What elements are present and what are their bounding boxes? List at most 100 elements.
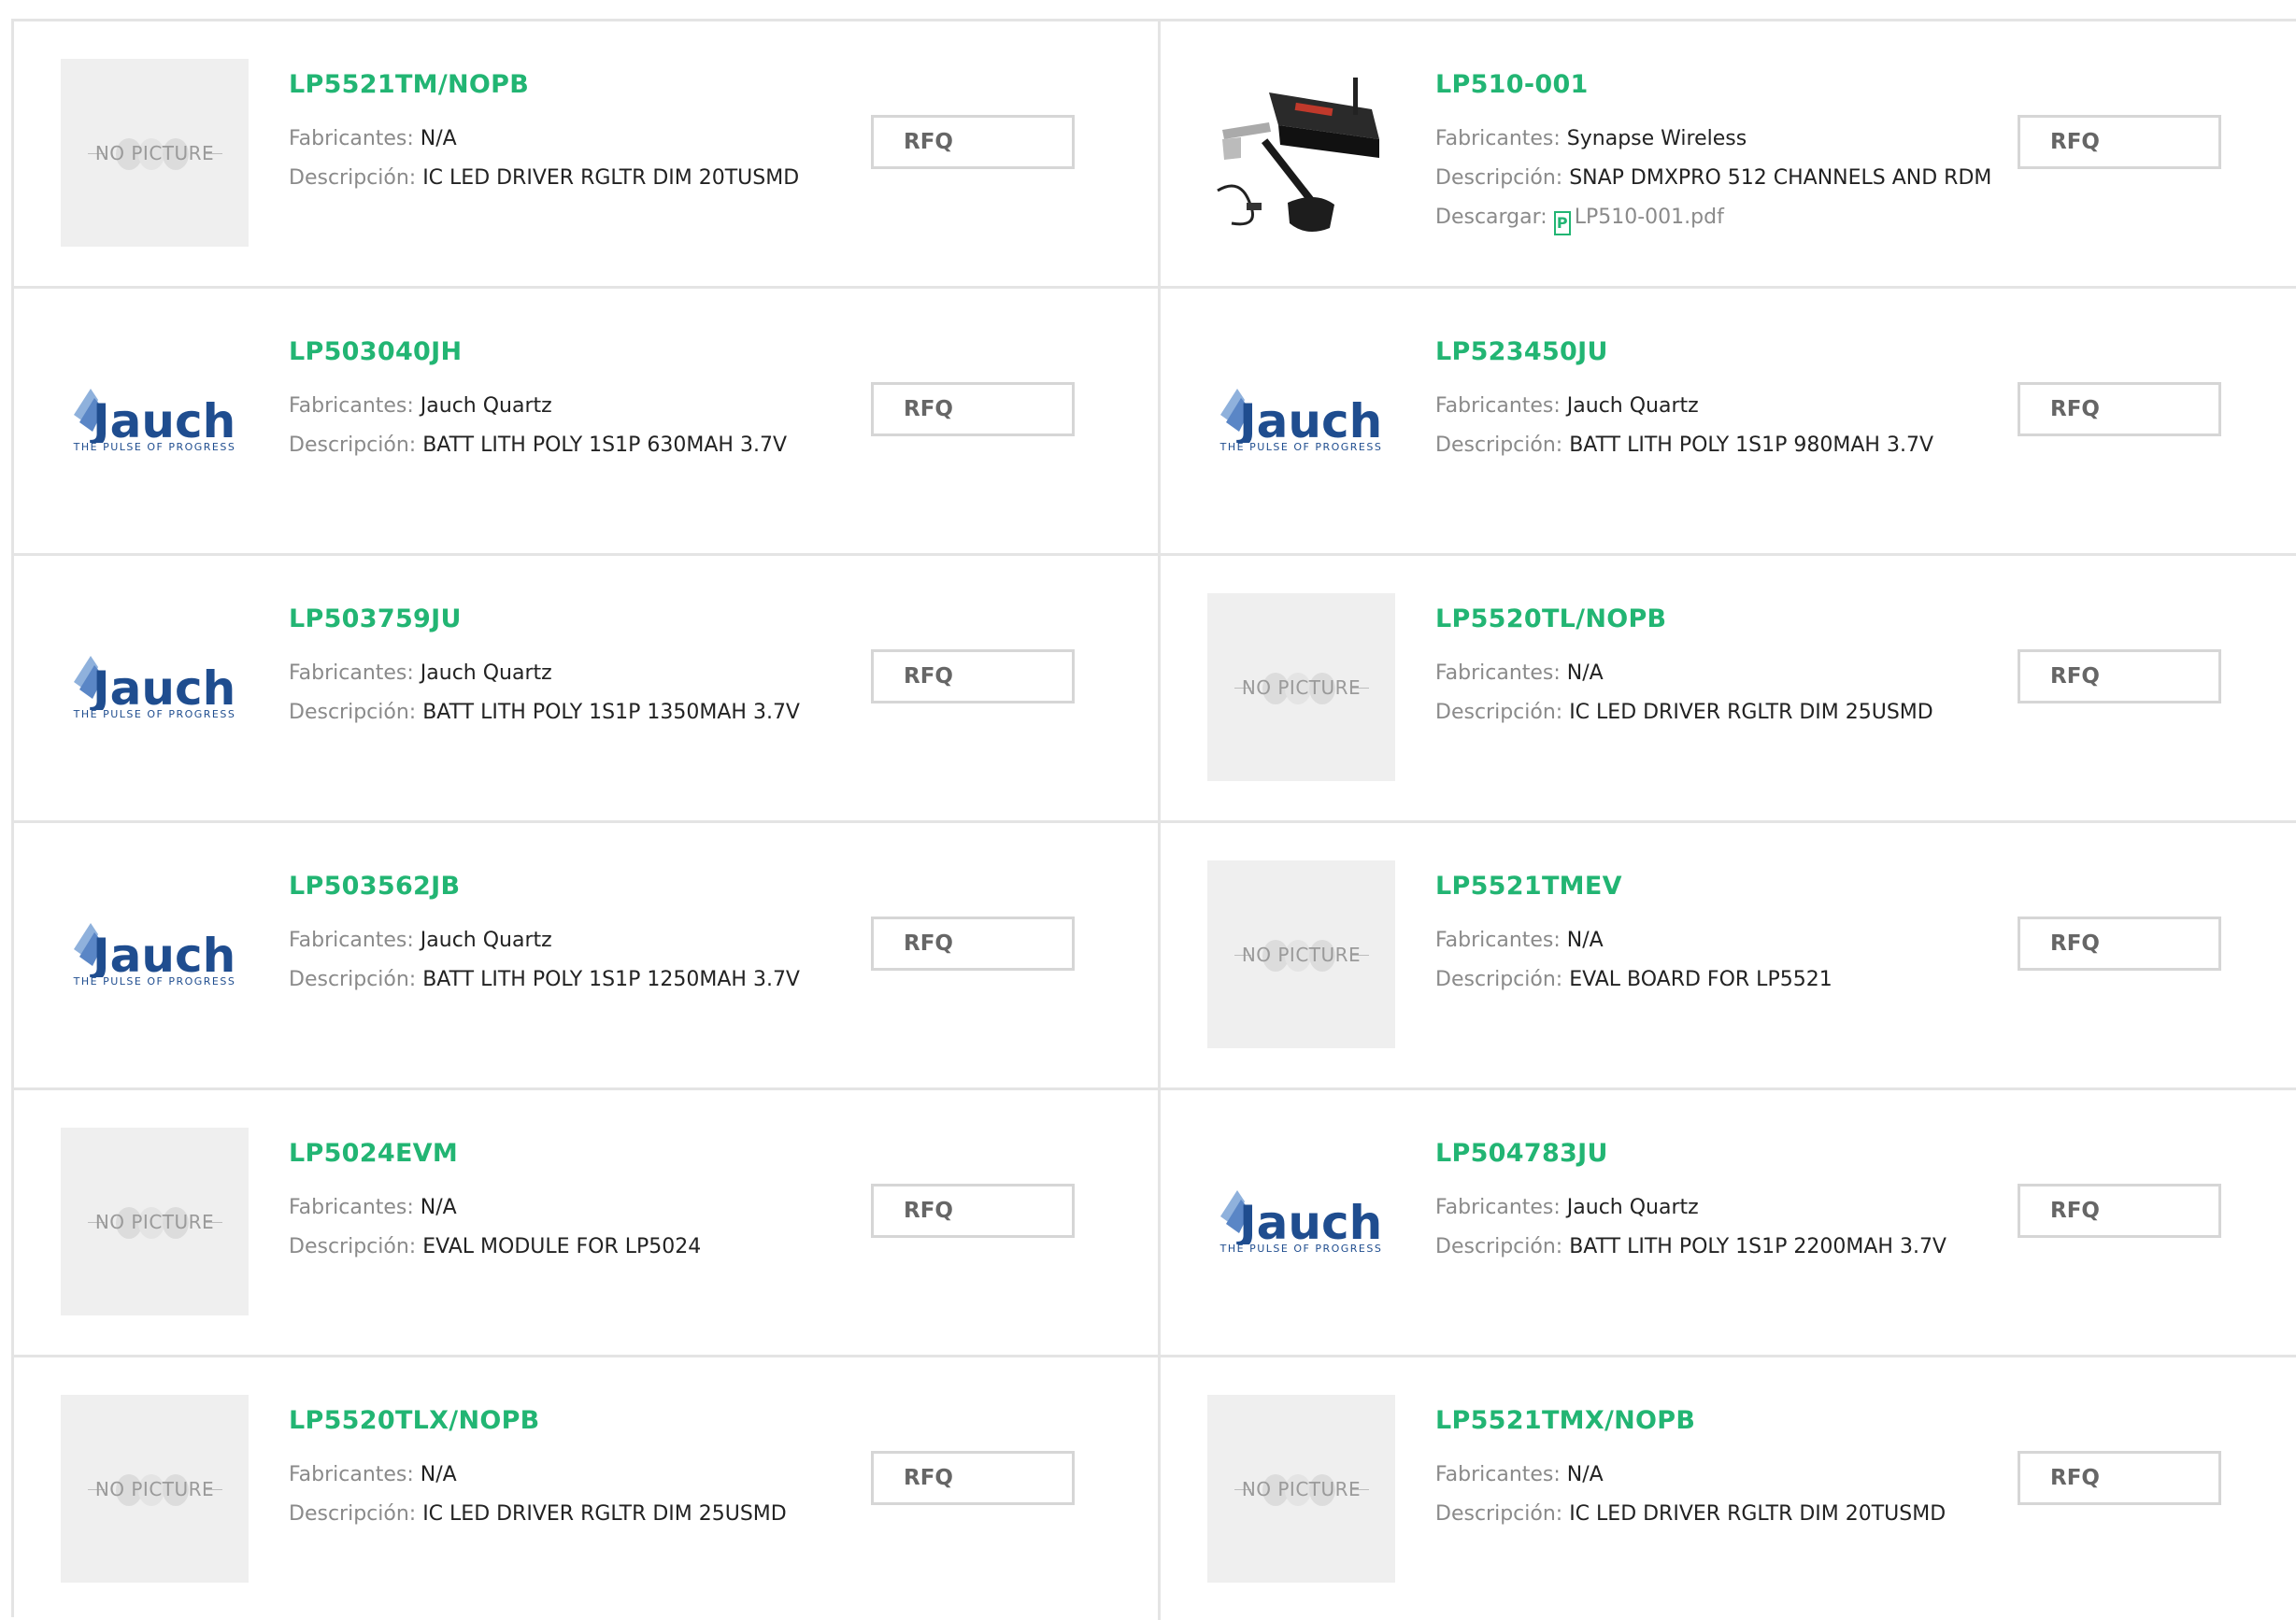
part-number-link[interactable]: LP5521TMX/NOPB (1435, 1406, 1695, 1435)
part-number-link[interactable]: LP523450JU (1435, 337, 1608, 366)
description-value: BATT LITH POLY 1S1P 2200MAH 3.7V (1569, 1235, 1947, 1258)
jauch-logo[interactable]: Jauch THE PULSE OF PROGRESS (61, 860, 249, 1048)
manufacturer-row: Fabricantes: N/A (1435, 1463, 1604, 1486)
logo-word: Jauch (1236, 1196, 1382, 1244)
description-row: Descripción: EVAL BOARD FOR LP5521 (1435, 968, 1833, 991)
manufacturer-label: Fabricantes: (1435, 394, 1561, 418)
no-picture-placeholder[interactable]: NO PICTURE (61, 1395, 249, 1583)
jauch-logo[interactable]: Jauch THE PULSE OF PROGRESS (1207, 326, 1395, 514)
description-row: Descripción: IC LED DRIVER RGLTR DIM 25U… (289, 1502, 787, 1526)
description-label: Descripción: (1435, 166, 1563, 190)
description-label: Descripción: (289, 166, 417, 190)
rfq-button[interactable]: RFQ (2018, 115, 2221, 169)
datasheet-link[interactable]: LP510-001.pdf (1575, 206, 1724, 229)
logo-word: Jauch (90, 661, 235, 710)
jauch-logo[interactable]: Jauch THE PULSE OF PROGRESS (1207, 1128, 1395, 1315)
manufacturer-label: Fabricantes: (289, 394, 414, 418)
rfq-button[interactable]: RFQ (2018, 649, 2221, 703)
part-number-link[interactable]: LP503759JU (289, 604, 462, 633)
no-picture-placeholder[interactable]: NO PICTURE (61, 1128, 249, 1315)
manufacturer-row: Fabricantes: Jauch Quartz (1435, 394, 1699, 418)
jauch-logo-mark: Jauch (1219, 389, 1382, 443)
manufacturer-label: Fabricantes: (289, 1463, 414, 1486)
no-picture-text: NO PICTURE (1241, 943, 1362, 966)
download-row: Descargar: P LP510-001.pdf (1435, 206, 1724, 235)
no-picture-placeholder[interactable]: NO PICTURE (61, 59, 249, 247)
pdf-icon[interactable]: P (1553, 211, 1571, 235)
jauch-logo[interactable]: Jauch THE PULSE OF PROGRESS (61, 326, 249, 514)
rfq-button[interactable]: RFQ (871, 1184, 1075, 1238)
product-card: Jauch THE PULSE OF PROGRESS LP504783JU F… (1161, 1090, 2296, 1357)
manufacturer-label: Fabricantes: (289, 661, 414, 685)
rfq-button[interactable]: RFQ (871, 917, 1075, 971)
no-picture-text: NO PICTURE (1241, 675, 1362, 699)
jauch-logo-mark: Jauch (1219, 1190, 1382, 1244)
description-label: Descripción: (1435, 701, 1563, 724)
product-grid: NO PICTURE LP5521TM/NOPB Fabricantes: N/… (11, 19, 2296, 1620)
jauch-logo[interactable]: Jauch THE PULSE OF PROGRESS (61, 593, 249, 781)
description-row: Descripción: IC LED DRIVER RGLTR DIM 20T… (289, 166, 799, 190)
rfq-button[interactable]: RFQ (2018, 382, 2221, 436)
product-photo[interactable] (1207, 59, 1395, 247)
no-picture-text: NO PICTURE (94, 141, 215, 164)
part-number-link[interactable]: LP503040JH (289, 337, 462, 366)
download-label: Descargar: (1435, 206, 1547, 229)
manufacturer-value: Jauch Quartz (420, 394, 552, 418)
description-row: Descripción: IC LED DRIVER RGLTR DIM 20T… (1435, 1502, 1946, 1526)
manufacturer-value: N/A (420, 1463, 457, 1486)
description-value: BATT LITH POLY 1S1P 1350MAH 3.7V (422, 701, 800, 724)
product-card: Jauch THE PULSE OF PROGRESS LP503759JU F… (14, 556, 1161, 823)
product-card: Jauch THE PULSE OF PROGRESS LP523450JU F… (1161, 289, 2296, 556)
manufacturer-label: Fabricantes: (1435, 929, 1561, 952)
manufacturer-value: N/A (1566, 661, 1604, 685)
rfq-button[interactable]: RFQ (2018, 917, 2221, 971)
rfq-button[interactable]: RFQ (871, 649, 1075, 703)
description-row: Descripción: BATT LITH POLY 1S1P 630MAH … (289, 433, 787, 457)
manufacturer-row: Fabricantes: N/A (289, 127, 457, 150)
logo-word: Jauch (90, 929, 235, 977)
no-picture-text: NO PICTURE (1241, 1477, 1362, 1500)
description-value: IC LED DRIVER RGLTR DIM 20TUSMD (1569, 1502, 1947, 1526)
logo-tagline: THE PULSE OF PROGRESS (1219, 1243, 1383, 1255)
description-value: BATT LITH POLY 1S1P 630MAH 3.7V (422, 433, 787, 457)
manufacturer-row: Fabricantes: Jauch Quartz (289, 394, 552, 418)
no-picture-placeholder[interactable]: NO PICTURE (1207, 593, 1395, 781)
manufacturer-label: Fabricantes: (1435, 1196, 1561, 1219)
manufacturer-label: Fabricantes: (1435, 1463, 1561, 1486)
description-value: EVAL BOARD FOR LP5521 (1569, 968, 1833, 991)
no-picture-placeholder[interactable]: NO PICTURE (1207, 860, 1395, 1048)
description-row: Descripción: BATT LITH POLY 1S1P 1250MAH… (289, 968, 800, 991)
description-row: Descripción: BATT LITH POLY 1S1P 1350MAH… (289, 701, 800, 724)
description-value: EVAL MODULE FOR LP5024 (422, 1235, 702, 1258)
description-label: Descripción: (1435, 433, 1563, 457)
rfq-button[interactable]: RFQ (2018, 1184, 2221, 1238)
manufacturer-row: Fabricantes: N/A (1435, 661, 1604, 685)
manufacturer-value: Jauch Quartz (1566, 394, 1699, 418)
part-number-link[interactable]: LP5520TLX/NOPB (289, 1406, 540, 1435)
rfq-button[interactable]: RFQ (871, 382, 1075, 436)
part-number-link[interactable]: LP5521TM/NOPB (289, 70, 529, 99)
rfq-button[interactable]: RFQ (871, 115, 1075, 169)
description-label: Descripción: (1435, 1235, 1563, 1258)
manufacturer-value: Jauch Quartz (420, 929, 552, 952)
part-number-link[interactable]: LP504783JU (1435, 1139, 1608, 1168)
part-number-link[interactable]: LP5024EVM (289, 1139, 458, 1168)
rfq-button[interactable]: RFQ (871, 1451, 1075, 1505)
rfq-button[interactable]: RFQ (2018, 1451, 2221, 1505)
manufacturer-value: Synapse Wireless (1566, 127, 1747, 150)
part-number-link[interactable]: LP5520TL/NOPB (1435, 604, 1666, 633)
no-picture-placeholder[interactable]: NO PICTURE (1207, 1395, 1395, 1583)
manufacturer-value: N/A (420, 1196, 457, 1219)
description-label: Descripción: (1435, 968, 1563, 991)
product-card: NO PICTURE LP5521TMEV Fabricantes: N/A D… (1161, 823, 2296, 1090)
part-number-link[interactable]: LP5521TMEV (1435, 872, 1622, 901)
description-value: IC LED DRIVER RGLTR DIM 20TUSMD (422, 166, 800, 190)
part-number-link[interactable]: LP503562JB (289, 872, 460, 901)
product-card: NO PICTURE LP5520TLX/NOPB Fabricantes: N… (14, 1357, 1161, 1620)
part-number-link[interactable]: LP510-001 (1435, 70, 1589, 99)
logo-tagline: THE PULSE OF PROGRESS (73, 441, 236, 453)
product-card: NO PICTURE LP5024EVM Fabricantes: N/A De… (14, 1090, 1161, 1357)
jauch-logo-mark: Jauch (73, 923, 235, 977)
description-value: BATT LITH POLY 1S1P 980MAH 3.7V (1569, 433, 1933, 457)
manufacturer-row: Fabricantes: Jauch Quartz (289, 929, 552, 952)
